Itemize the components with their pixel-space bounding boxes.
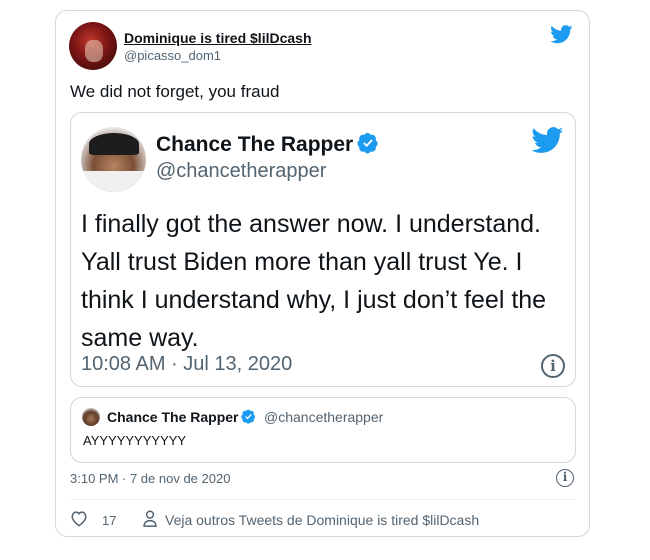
embedded-tweet-text: I finally got the answer now. I understa… (81, 210, 547, 352)
author-avatar[interactable] (69, 22, 117, 70)
quoted-author-avatar (82, 408, 100, 426)
like-count: 17 (102, 512, 117, 528)
see-more-tweets-link[interactable]: Veja outros Tweets de Dominique is tired… (143, 510, 479, 530)
embedded-author-avatar (81, 127, 146, 192)
author-name-link[interactable]: Dominique is tired $lilDcash (124, 30, 312, 46)
footer-divider (70, 499, 576, 500)
heart-icon (70, 510, 88, 530)
tweet-card: Dominique is tired $lilDcash @picasso_do… (55, 10, 590, 537)
quoted-tweet[interactable]: Chance The Rapper @chancetherapper AYYYY… (70, 397, 576, 463)
tweet-timestamp-link[interactable]: 3:10 PM · 7 de nov de 2020 (70, 471, 230, 486)
embedded-tweet-image[interactable]: Chance The Rapper @chancetherapper I fin… (70, 112, 576, 387)
verified-badge-icon (241, 409, 256, 427)
embedded-author-handle: @chancetherapper (156, 160, 327, 182)
info-icon[interactable]: i (556, 469, 574, 487)
twitter-bird-icon (531, 127, 564, 154)
quoted-tweet-text: AYYYYYYYYYYY (83, 433, 187, 448)
verified-badge-icon (357, 132, 379, 160)
person-icon (143, 510, 157, 530)
twitter-bird-icon[interactable] (550, 25, 573, 44)
author-handle: @picasso_dom1 (124, 48, 222, 63)
quoted-author-name: Chance The Rapper (107, 409, 256, 427)
tweet-text: We did not forget, you fraud (70, 82, 280, 101)
see-more-label: Veja outros Tweets de Dominique is tired… (165, 512, 480, 528)
embedded-author-name: Chance The Rapper (156, 132, 379, 160)
info-icon: i (541, 354, 565, 378)
like-button[interactable]: 17 (70, 510, 116, 530)
quoted-author-handle: @chancetherapper (264, 409, 384, 425)
embedded-timestamp: 10:08 AM · Jul 13, 2020 (81, 353, 293, 375)
